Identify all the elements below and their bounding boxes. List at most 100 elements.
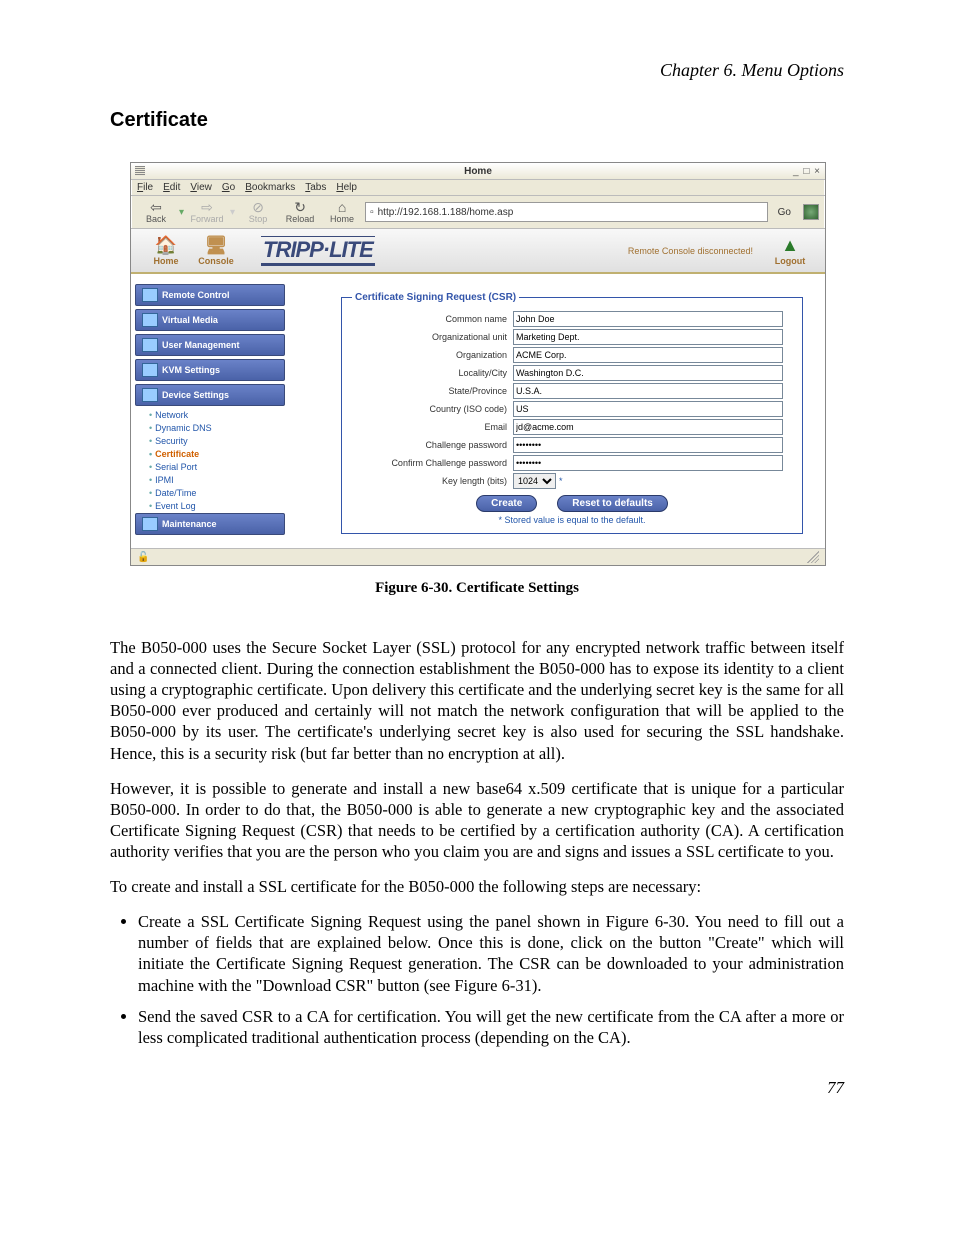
sidebar-sub-date-time[interactable]: Date/Time <box>149 487 285 500</box>
sidebar-sub-event-log[interactable]: Event Log <box>149 500 285 513</box>
sidebar-sub-ipmi[interactable]: IPMI <box>149 474 285 487</box>
go-button[interactable]: Go <box>772 207 797 218</box>
label-organization: Organization <box>352 350 513 360</box>
steps-list: Create a SSL Certificate Signing Request… <box>110 911 844 1048</box>
section-title: Certificate <box>110 109 844 132</box>
menu-bar[interactable]: File Edit View Go Bookmarks Tabs Help <box>131 180 825 196</box>
csr-legend: Certificate Signing Request (CSR) <box>352 292 519 303</box>
label-state: State/Province <box>352 386 513 396</box>
kvm-icon <box>142 363 158 377</box>
menu-file[interactable]: File <box>137 182 153 193</box>
menu-help[interactable]: Help <box>336 182 357 193</box>
logout-button[interactable]: ▲Logout <box>765 235 815 266</box>
address-bar[interactable]: ▫ http://192.168.1.188/home.asp <box>365 202 768 222</box>
sidebar-item-remote-control[interactable]: Remote Control <box>135 284 285 306</box>
sidebar-item-user-management[interactable]: User Management <box>135 334 285 356</box>
media-icon <box>142 313 158 327</box>
label-confirm: Confirm Challenge password <box>352 458 513 468</box>
chapter-header: Chapter 6. Menu Options <box>110 60 844 81</box>
body-paragraph-2: However, it is possible to generate and … <box>110 778 844 862</box>
window-title: Home <box>464 166 492 177</box>
nav-console-button[interactable]: 🖥Console <box>191 235 241 266</box>
sidebar-submenu: Network Dynamic DNS Security Certificate… <box>135 409 285 513</box>
home-button[interactable]: ⌂Home <box>323 200 361 224</box>
home-icon: ⌂ <box>338 200 346 214</box>
dropdown-icon[interactable]: ▾ <box>230 207 235 218</box>
step-2: Send the saved CSR to a CA for certifica… <box>138 1006 844 1048</box>
sidebar-item-device-settings[interactable]: Device Settings <box>135 384 285 406</box>
reload-icon: ↻ <box>294 200 306 214</box>
status-text: Remote Console disconnected! <box>628 246 753 256</box>
label-org-unit: Organizational unit <box>352 332 513 342</box>
content-main: Certificate Signing Request (CSR) Common… <box>289 274 825 548</box>
page-icon: ▫ <box>370 207 374 218</box>
input-locality[interactable] <box>513 365 783 381</box>
input-email[interactable] <box>513 419 783 435</box>
input-confirm[interactable] <box>513 455 783 471</box>
sidebar: Remote Control Virtual Media User Manage… <box>131 274 289 548</box>
menu-bookmarks[interactable]: Bookmarks <box>245 182 295 193</box>
label-key-length: Key length (bits) <box>352 476 513 486</box>
grab-handle-icon <box>135 166 145 176</box>
back-icon: ⇦ <box>150 200 162 214</box>
house-icon: 🏠 <box>155 235 177 256</box>
sidebar-sub-certificate[interactable]: Certificate <box>149 448 285 461</box>
gear-icon <box>142 388 158 402</box>
input-common-name[interactable] <box>513 311 783 327</box>
url-text: http://192.168.1.188/home.asp <box>378 207 514 218</box>
dropdown-icon[interactable]: ▾ <box>179 207 184 218</box>
body-paragraph-3: To create and install a SSL certificate … <box>110 876 844 897</box>
body-paragraph-1: The B050-000 uses the Secure Socket Laye… <box>110 637 844 764</box>
input-org-unit[interactable] <box>513 329 783 345</box>
figure-caption: Figure 6-30. Certificate Settings <box>110 580 844 597</box>
menu-edit[interactable]: Edit <box>163 182 180 193</box>
menu-go[interactable]: Go <box>222 182 235 193</box>
page-number: 77 <box>110 1078 844 1098</box>
reload-button[interactable]: ↻Reload <box>281 200 319 224</box>
sidebar-sub-serial-port[interactable]: Serial Port <box>149 461 285 474</box>
sidebar-item-virtual-media[interactable]: Virtual Media <box>135 309 285 331</box>
wrench-icon <box>142 517 158 531</box>
remote-icon <box>142 288 158 302</box>
forward-button[interactable]: ⇨Forward <box>188 200 226 224</box>
users-icon <box>142 338 158 352</box>
back-button[interactable]: ⇦Back <box>137 200 175 224</box>
toolbar: ⇦Back ▾ ⇨Forward ▾ ⊘Stop ↻Reload ⌂Home ▫… <box>131 196 825 229</box>
label-locality: Locality/City <box>352 368 513 378</box>
sidebar-item-maintenance[interactable]: Maintenance <box>135 513 285 535</box>
label-country: Country (ISO code) <box>352 404 513 414</box>
input-country[interactable] <box>513 401 783 417</box>
label-email: Email <box>352 422 513 432</box>
app-header: 🏠Home 🖥Console TRIPP·LITE Remote Console… <box>131 229 825 274</box>
select-key-length[interactable]: 1024 <box>513 473 556 489</box>
sidebar-sub-network[interactable]: Network <box>149 409 285 422</box>
stop-icon: ⊘ <box>252 200 264 214</box>
sidebar-sub-dynamic-dns[interactable]: Dynamic DNS <box>149 422 285 435</box>
step-1: Create a SSL Certificate Signing Request… <box>138 911 844 995</box>
logout-icon: ▲ <box>781 235 799 256</box>
input-state[interactable] <box>513 383 783 399</box>
label-challenge: Challenge password <box>352 440 513 450</box>
sidebar-sub-security[interactable]: Security <box>149 435 285 448</box>
sidebar-item-kvm-settings[interactable]: KVM Settings <box>135 359 285 381</box>
throbber-icon <box>803 204 819 220</box>
nav-home-button[interactable]: 🏠Home <box>141 235 191 266</box>
csr-fieldset: Certificate Signing Request (CSR) Common… <box>341 292 803 534</box>
create-button[interactable]: Create <box>476 495 537 512</box>
default-star-icon: * <box>559 476 565 486</box>
window-title-bar: Home _ □ × <box>131 163 825 180</box>
reset-button[interactable]: Reset to defaults <box>557 495 668 512</box>
resize-grip-icon[interactable] <box>807 551 819 563</box>
stop-button[interactable]: ⊘Stop <box>239 200 277 224</box>
menu-view[interactable]: View <box>190 182 212 193</box>
figure-screenshot: Home _ □ × File Edit View Go Bookmarks T… <box>130 162 824 566</box>
input-challenge[interactable] <box>513 437 783 453</box>
menu-tabs[interactable]: Tabs <box>305 182 326 193</box>
lock-icon: 🔓 <box>137 552 149 563</box>
monitor-icon: 🖥 <box>205 235 228 256</box>
status-bar: 🔓 <box>131 548 825 565</box>
label-common-name: Common name <box>352 314 513 324</box>
brand-logo: TRIPP·LITE <box>261 236 375 266</box>
input-organization[interactable] <box>513 347 783 363</box>
window-controls[interactable]: _ □ × <box>793 166 821 177</box>
